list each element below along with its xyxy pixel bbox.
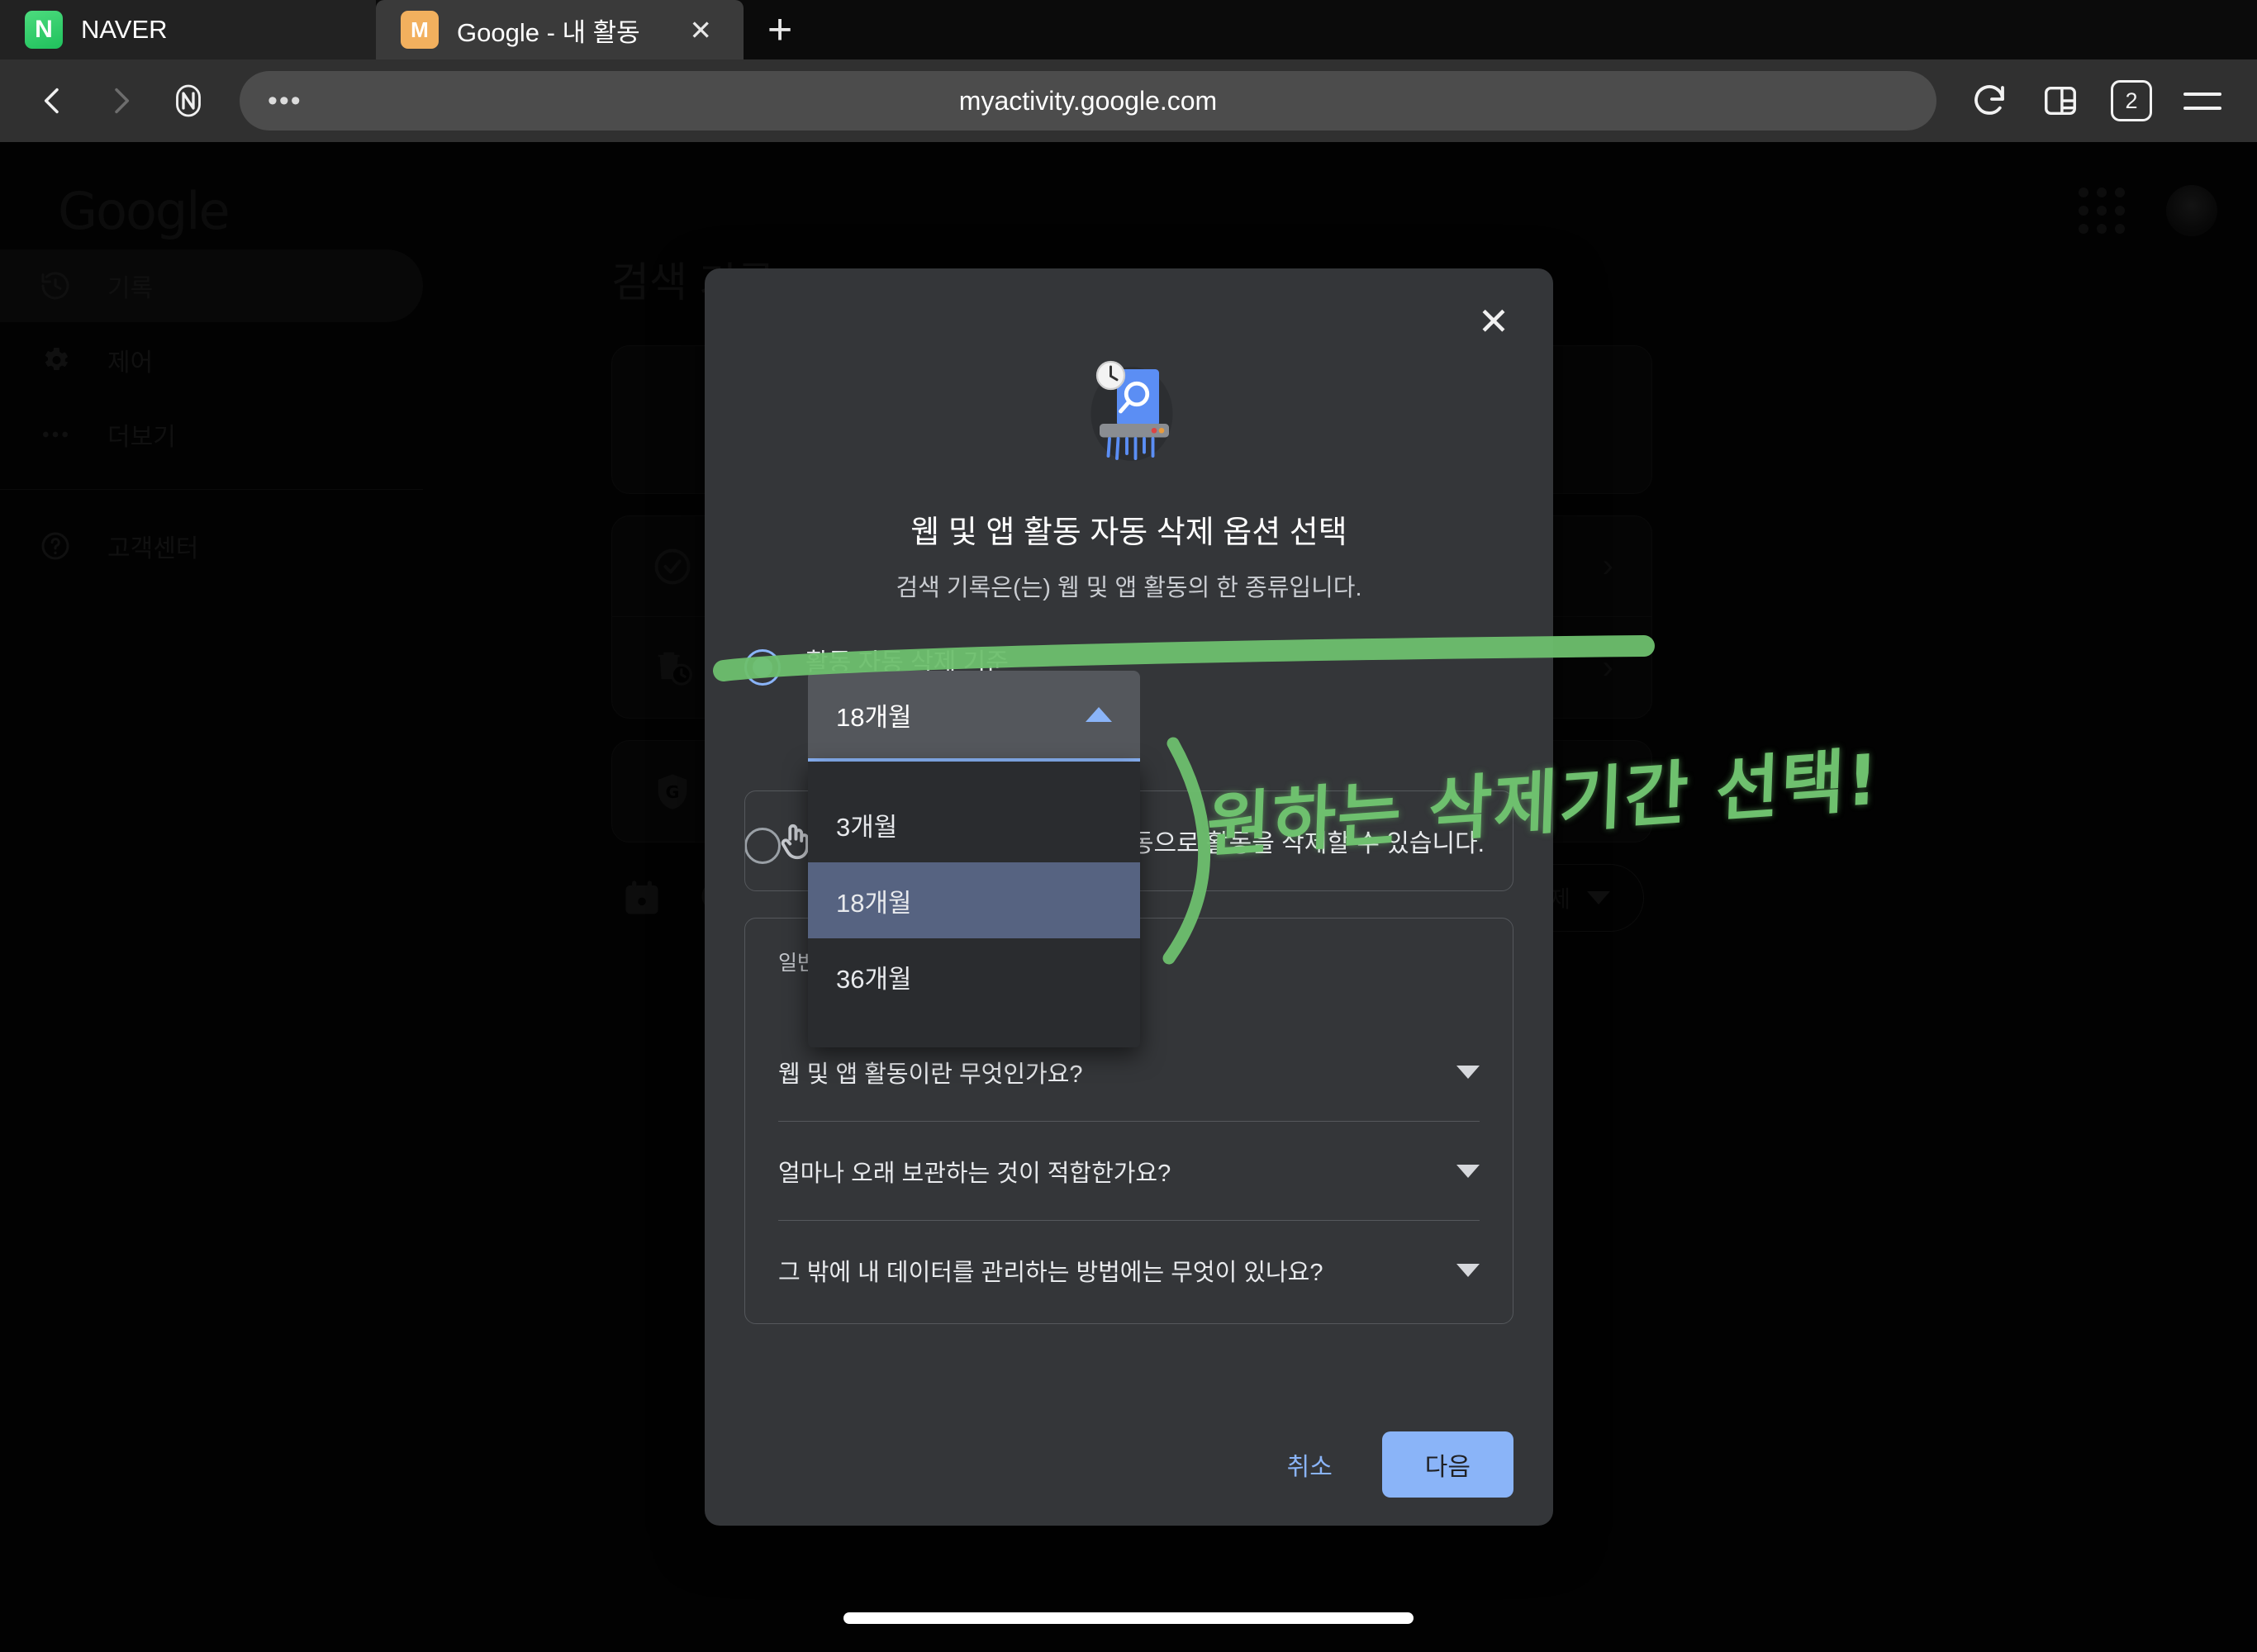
tab-strip: N NAVER M Google - 내 활동 ✕ + <box>0 0 2257 59</box>
caret-up-icon[interactable] <box>1086 707 1112 722</box>
faq-item[interactable]: 그 밖에 내 데이터를 관리하는 방법에는 무엇이 있나요? <box>778 1221 1480 1320</box>
hamburger-bars <box>2183 92 2221 110</box>
select-option-36months[interactable]: 36개월 <box>808 938 1140 1014</box>
faq-item[interactable]: 얼마나 오래 보관하는 것이 적합한가요? <box>778 1122 1480 1221</box>
home-indicator <box>843 1612 1414 1624</box>
close-icon[interactable]: ✕ <box>682 17 719 44</box>
chevron-down-icon[interactable] <box>1456 1065 1480 1079</box>
select-option-label: 36개월 <box>836 964 912 994</box>
faq-question: 얼마나 오래 보관하는 것이 적합한가요? <box>778 1160 1171 1187</box>
cancel-button[interactable]: 취소 <box>1259 1432 1361 1497</box>
select-option-3months[interactable]: 3개월 <box>808 786 1140 862</box>
url-text: myactivity.google.com <box>958 85 1218 116</box>
dialog-title: 웹 및 앱 활동 자동 삭제 옵션 선택 <box>910 515 1347 550</box>
back-arrow-icon[interactable] <box>21 69 84 132</box>
shredder-clock-search-icon <box>1067 349 1191 473</box>
faq-question: 웹 및 앱 활동이란 무엇인가요? <box>778 1061 1083 1088</box>
tab-title: Google - 내 활동 <box>457 17 640 47</box>
select-value: 18개월 <box>836 702 912 732</box>
dialog-footer: 취소 다음 <box>705 1431 1513 1498</box>
tab-count-icon[interactable]: 2 <box>2098 68 2164 134</box>
split-view-icon[interactable] <box>2027 68 2093 134</box>
tab-title: NAVER <box>81 15 168 44</box>
reload-icon[interactable] <box>1956 68 2022 134</box>
browser-window: N NAVER M Google - 내 활동 ✕ + ••• myactivi… <box>0 0 2257 1652</box>
naver-favicon: N <box>25 11 63 49</box>
faq-question: 그 밖에 내 데이터를 관리하는 방법에는 무엇이 있나요? <box>778 1260 1323 1286</box>
chevron-down-icon[interactable] <box>1456 1264 1480 1277</box>
select-option-label: 3개월 <box>836 812 898 842</box>
hamburger-menu-icon[interactable] <box>2169 68 2236 134</box>
tab-naver[interactable]: N NAVER <box>0 0 376 59</box>
browser-toolbar: ••• myactivity.google.com 2 <box>0 59 2257 142</box>
new-tab-button[interactable]: + <box>744 0 816 59</box>
tab-google-myactivity[interactable]: M Google - 내 활동 ✕ <box>376 0 744 59</box>
select-option-18months[interactable]: 18개월 <box>808 862 1140 938</box>
close-icon[interactable]: ✕ <box>1464 292 1523 351</box>
dialog-subtitle: 검색 기록은(는) 웹 및 앱 활동의 한 종류입니다. <box>896 575 1362 601</box>
address-bar[interactable]: ••• myactivity.google.com <box>240 71 1936 131</box>
naver-badge-icon[interactable] <box>157 69 220 132</box>
gmail-favicon: M <box>401 11 439 49</box>
radio-button-selected[interactable] <box>744 649 781 686</box>
next-button[interactable]: 다음 <box>1381 1431 1513 1498</box>
select-option-label: 18개월 <box>836 888 912 918</box>
retention-period-select[interactable]: 18개월 3개월 18개월 36개월 <box>808 671 1140 1047</box>
forward-arrow-icon <box>89 69 152 132</box>
select-field[interactable]: 18개월 <box>808 671 1140 762</box>
select-options-list: 3개월 18개월 36개월 <box>808 762 1140 1047</box>
tab-count-value: 2 <box>2111 80 2152 121</box>
chevron-down-icon[interactable] <box>1456 1164 1480 1178</box>
